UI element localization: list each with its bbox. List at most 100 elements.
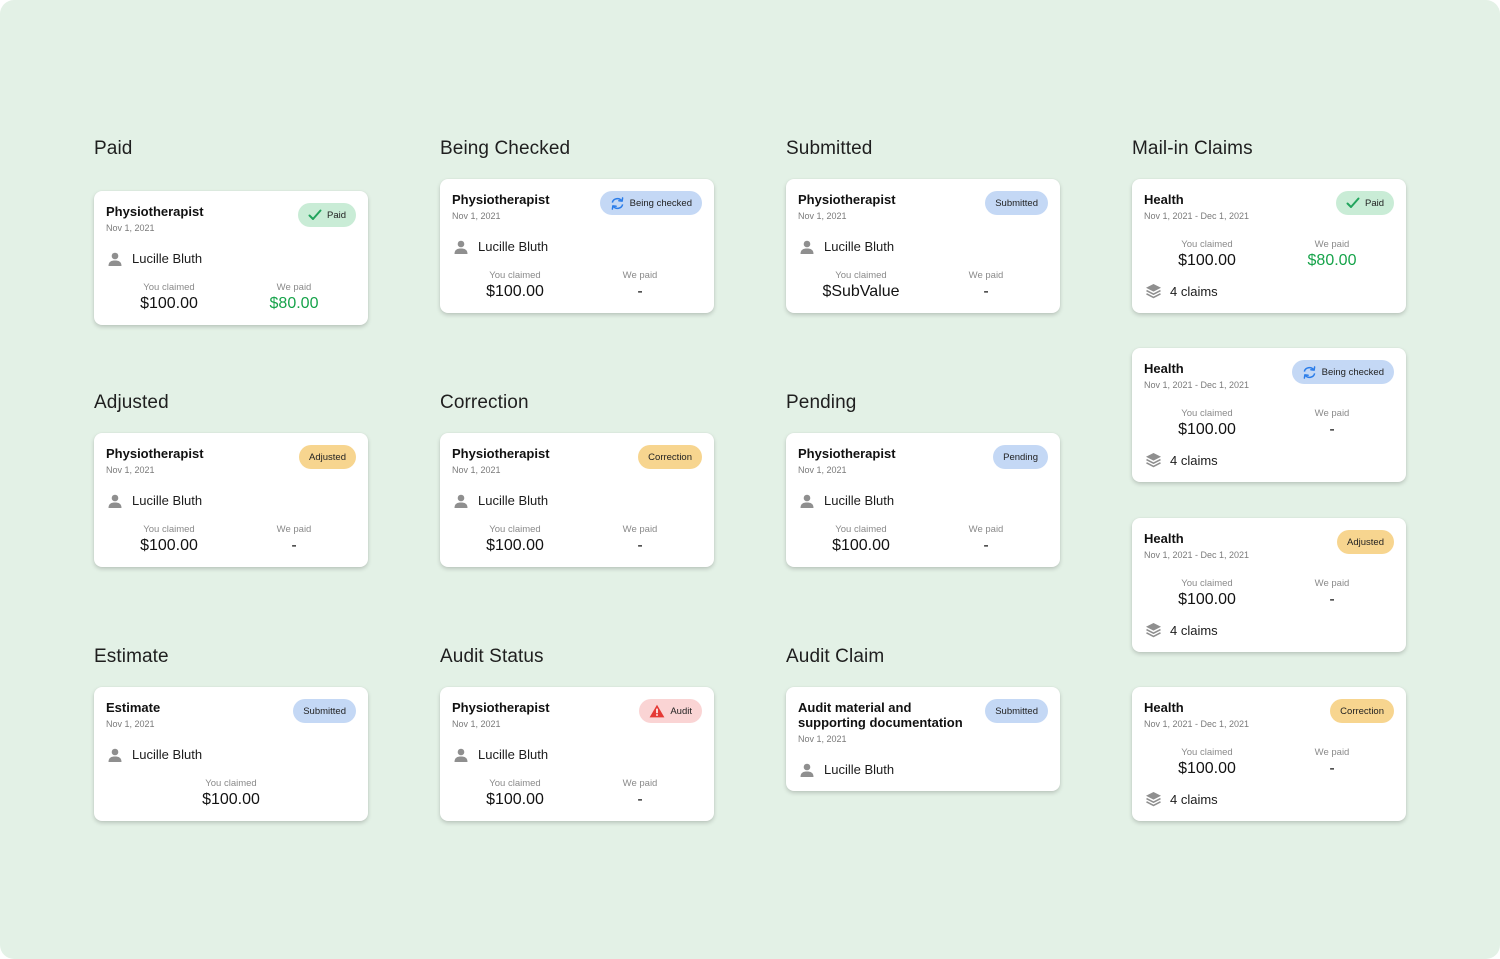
claim-card-paid[interactable]: Physiotherapist Nov 1, 2021 Paid Lucille… bbox=[94, 191, 368, 325]
badge-label: Correction bbox=[648, 451, 692, 463]
card-date: Nov 1, 2021 bbox=[798, 465, 847, 475]
person-row: Lucille Bluth bbox=[108, 493, 202, 508]
layers-icon bbox=[1145, 283, 1162, 299]
card-date: Nov 1, 2021 bbox=[106, 465, 155, 475]
person-icon bbox=[454, 748, 468, 762]
status-badge-correction: Correction bbox=[638, 445, 702, 469]
paid-value: - bbox=[1329, 421, 1335, 438]
claimed-label: You claimed bbox=[205, 778, 257, 789]
claimed-value: $100.00 bbox=[1178, 252, 1236, 269]
claimed-amount: You claimed $100.00 bbox=[450, 524, 580, 555]
refresh-icon bbox=[1302, 365, 1317, 379]
claims-count-row: 4 claims bbox=[1145, 791, 1218, 807]
claimed-value: $100.00 bbox=[140, 295, 198, 312]
claimed-value: $100.00 bbox=[202, 791, 260, 808]
claimed-value: $100.00 bbox=[1178, 760, 1236, 777]
claim-card-audit-claim[interactable]: Audit material and supporting documentat… bbox=[786, 687, 1060, 791]
person-row: Lucille Bluth bbox=[800, 493, 894, 508]
status-badge-submitted: Submitted bbox=[293, 699, 356, 723]
person-row: Lucille Bluth bbox=[800, 239, 894, 254]
card-date: Nov 1, 2021 bbox=[452, 465, 501, 475]
claimed-label: You claimed bbox=[1181, 239, 1233, 250]
claimed-label: You claimed bbox=[835, 524, 887, 535]
claim-card-submitted[interactable]: Physiotherapist Nov 1, 2021 Submitted Lu… bbox=[786, 179, 1060, 313]
claimed-label: You claimed bbox=[489, 524, 541, 535]
card-date: Nov 1, 2021 bbox=[798, 211, 847, 221]
person-icon bbox=[800, 494, 814, 508]
claimed-amount: You claimed $100.00 bbox=[450, 778, 580, 809]
card-title: Health bbox=[1144, 700, 1184, 715]
check-icon bbox=[308, 209, 322, 221]
card-date: Nov 1, 2021 bbox=[798, 734, 847, 744]
person-icon bbox=[454, 240, 468, 254]
claimed-value: $100.00 bbox=[486, 283, 544, 300]
status-badge-adjusted: Adjusted bbox=[1337, 530, 1394, 554]
paid-label: We paid bbox=[1314, 747, 1350, 758]
paid-amount: We paid - bbox=[575, 524, 705, 555]
person-name: Lucille Bluth bbox=[478, 493, 549, 508]
claim-card-being-checked[interactable]: Physiotherapist Nov 1, 2021 Being checke… bbox=[440, 179, 714, 313]
claims-count: 4 claims bbox=[1170, 283, 1218, 299]
section-title-mail-in-claims: Mail-in Claims bbox=[1132, 138, 1253, 159]
claims-count: 4 claims bbox=[1170, 452, 1218, 468]
badge-label: Submitted bbox=[303, 705, 346, 717]
claimed-value: $100.00 bbox=[486, 791, 544, 808]
claim-card-audit-status[interactable]: Physiotherapist Nov 1, 2021 Audit Lucill… bbox=[440, 687, 714, 821]
claimed-label: You claimed bbox=[1181, 578, 1233, 589]
claimed-amount: You claimed $100.00 bbox=[450, 270, 580, 301]
card-title: Health bbox=[1144, 192, 1184, 207]
claimed-value: $SubValue bbox=[822, 283, 900, 300]
claim-card-adjusted[interactable]: Physiotherapist Nov 1, 2021 Adjusted Luc… bbox=[94, 433, 368, 567]
layers-icon bbox=[1145, 452, 1162, 468]
mail-in-card-adjusted[interactable]: Health Nov 1, 2021 - Dec 1, 2021 Adjuste… bbox=[1132, 518, 1406, 652]
person-name: Lucille Bluth bbox=[824, 762, 895, 777]
badge-label: Adjusted bbox=[1347, 536, 1384, 548]
claimed-amount: You claimed $100.00 bbox=[796, 524, 926, 555]
paid-amount: We paid - bbox=[1267, 578, 1397, 609]
badge-label: Submitted bbox=[995, 197, 1038, 209]
person-icon bbox=[800, 763, 814, 777]
badge-label: Correction bbox=[1340, 705, 1384, 717]
claim-card-estimate[interactable]: Estimate Nov 1, 2021 Submitted Lucille B… bbox=[94, 687, 368, 821]
paid-amount: We paid - bbox=[1267, 747, 1397, 778]
mail-in-card-correction[interactable]: Health Nov 1, 2021 - Dec 1, 2021 Correct… bbox=[1132, 687, 1406, 821]
claimed-amount: You claimed $100.00 bbox=[1142, 408, 1272, 439]
paid-label: We paid bbox=[622, 270, 658, 281]
claimed-label: You claimed bbox=[143, 524, 195, 535]
card-title: Physiotherapist bbox=[106, 204, 204, 219]
person-name: Lucille Bluth bbox=[132, 747, 203, 762]
person-row: Lucille Bluth bbox=[108, 747, 202, 762]
paid-value: - bbox=[291, 537, 297, 554]
status-badge-correction: Correction bbox=[1330, 699, 1394, 723]
paid-amount: We paid - bbox=[921, 524, 1051, 555]
card-title: Audit material and supporting documentat… bbox=[798, 700, 963, 730]
person-icon bbox=[108, 494, 122, 508]
claimed-label: You claimed bbox=[835, 270, 887, 281]
status-badge-adjusted: Adjusted bbox=[299, 445, 356, 469]
claim-card-correction[interactable]: Physiotherapist Nov 1, 2021 Correction L… bbox=[440, 433, 714, 567]
mail-in-card-paid[interactable]: Health Nov 1, 2021 - Dec 1, 2021 Paid Yo… bbox=[1132, 179, 1406, 313]
badge-label: Being checked bbox=[1321, 366, 1384, 378]
claims-count: 4 claims bbox=[1170, 622, 1218, 638]
claimed-amount: You claimed $100.00 bbox=[104, 282, 234, 313]
claimed-value: $100.00 bbox=[486, 537, 544, 554]
paid-label: We paid bbox=[622, 778, 658, 789]
paid-label: We paid bbox=[968, 270, 1004, 281]
paid-value: $80.00 bbox=[1307, 252, 1357, 269]
claimed-amount: You claimed $100.00 bbox=[1142, 578, 1272, 609]
paid-label: We paid bbox=[1314, 578, 1350, 589]
card-title: Physiotherapist bbox=[106, 446, 204, 461]
claim-card-pending[interactable]: Physiotherapist Nov 1, 2021 Pending Luci… bbox=[786, 433, 1060, 567]
section-title-being-checked: Being Checked bbox=[440, 138, 571, 159]
person-icon bbox=[108, 252, 122, 266]
badge-label: Audit bbox=[670, 705, 692, 717]
paid-value: - bbox=[637, 537, 643, 554]
claimed-amount: You claimed $SubValue bbox=[796, 270, 926, 301]
person-row: Lucille Bluth bbox=[108, 251, 202, 266]
claims-count-row: 4 claims bbox=[1145, 622, 1218, 638]
claimed-value: $100.00 bbox=[1178, 421, 1236, 438]
mail-in-card-being-checked[interactable]: Health Nov 1, 2021 - Dec 1, 2021 Being c… bbox=[1132, 348, 1406, 482]
claims-count-row: 4 claims bbox=[1145, 452, 1218, 468]
badge-label: Pending bbox=[1003, 451, 1038, 463]
badge-label: Paid bbox=[1364, 197, 1384, 209]
